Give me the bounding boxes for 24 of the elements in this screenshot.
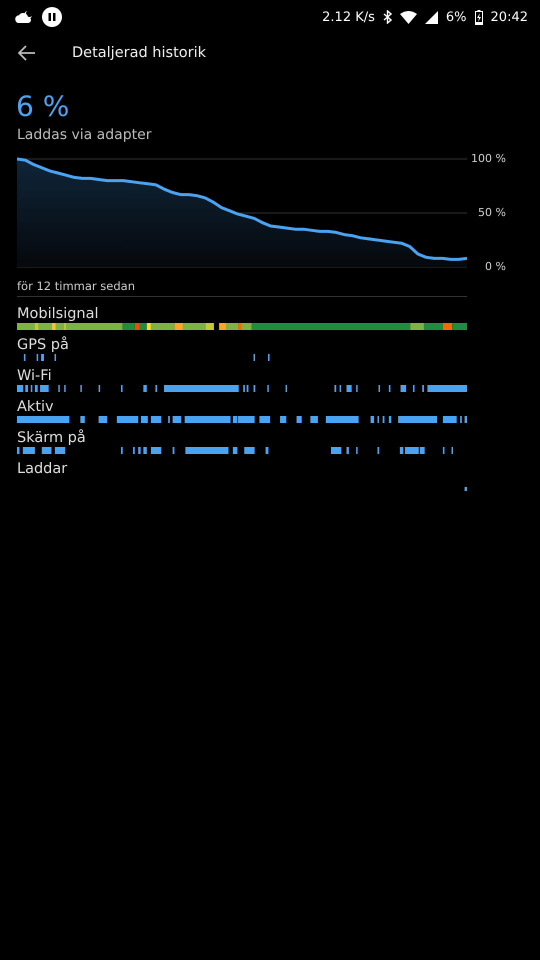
timeline-label: Skärm på	[17, 429, 86, 447]
battery-charging-icon	[474, 10, 483, 24]
charging-status: Laddas via adapter	[17, 127, 152, 143]
page-title: Detaljerad historik	[72, 45, 206, 61]
cell-signal-icon	[424, 10, 438, 24]
timeline-label: Laddar	[17, 460, 68, 478]
time-start-label: för 12 timmar sedan	[17, 279, 467, 297]
timeline-label: Aktiv	[17, 398, 54, 416]
pause-icon	[42, 7, 62, 27]
bluetooth-icon	[382, 10, 392, 24]
timeline-label: Wi-Fi	[17, 367, 52, 385]
charging-usage-drawing	[464, 487, 467, 491]
axis-label: 50 %	[478, 206, 506, 219]
back-arrow-icon[interactable]	[18, 45, 36, 61]
timeline-label: GPS på	[17, 336, 69, 354]
axis-label: 100 %	[471, 152, 506, 165]
network-speed: 2.12 K/s	[322, 10, 375, 24]
clock: 20:42	[490, 10, 528, 24]
battery-level-text: 6 %	[16, 90, 70, 123]
wifi-icon	[400, 10, 417, 24]
timeline-label: Mobilsignal	[17, 305, 99, 323]
battery-percentage: 6%	[446, 10, 467, 24]
axis-label: 0 %	[485, 260, 506, 273]
weather-icon	[14, 10, 34, 24]
